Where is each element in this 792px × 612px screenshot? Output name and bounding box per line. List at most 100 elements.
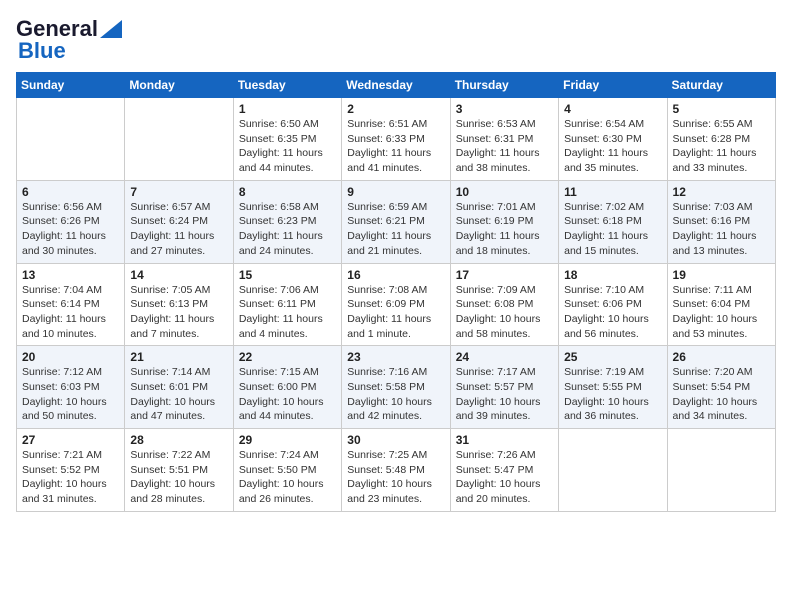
calendar-cell: 31Sunrise: 7:26 AMSunset: 5:47 PMDayligh…	[450, 429, 558, 512]
day-detail: Sunrise: 7:16 AMSunset: 5:58 PMDaylight:…	[347, 365, 444, 424]
calendar-cell: 8Sunrise: 6:58 AMSunset: 6:23 PMDaylight…	[233, 180, 341, 263]
day-number: 13	[22, 268, 119, 282]
day-number: 9	[347, 185, 444, 199]
calendar-cell: 1Sunrise: 6:50 AMSunset: 6:35 PMDaylight…	[233, 98, 341, 181]
calendar-week-row: 6Sunrise: 6:56 AMSunset: 6:26 PMDaylight…	[17, 180, 776, 263]
calendar-cell: 23Sunrise: 7:16 AMSunset: 5:58 PMDayligh…	[342, 346, 450, 429]
calendar-cell: 22Sunrise: 7:15 AMSunset: 6:00 PMDayligh…	[233, 346, 341, 429]
calendar-cell: 27Sunrise: 7:21 AMSunset: 5:52 PMDayligh…	[17, 429, 125, 512]
day-number: 5	[673, 102, 770, 116]
calendar-cell	[17, 98, 125, 181]
day-detail: Sunrise: 6:55 AMSunset: 6:28 PMDaylight:…	[673, 117, 770, 176]
day-number: 7	[130, 185, 227, 199]
calendar-cell	[125, 98, 233, 181]
day-number: 21	[130, 350, 227, 364]
day-detail: Sunrise: 7:24 AMSunset: 5:50 PMDaylight:…	[239, 448, 336, 507]
day-number: 27	[22, 433, 119, 447]
calendar-cell: 6Sunrise: 6:56 AMSunset: 6:26 PMDaylight…	[17, 180, 125, 263]
day-detail: Sunrise: 7:06 AMSunset: 6:11 PMDaylight:…	[239, 283, 336, 342]
calendar-cell: 14Sunrise: 7:05 AMSunset: 6:13 PMDayligh…	[125, 263, 233, 346]
calendar-cell: 15Sunrise: 7:06 AMSunset: 6:11 PMDayligh…	[233, 263, 341, 346]
day-number: 16	[347, 268, 444, 282]
day-number: 6	[22, 185, 119, 199]
day-number: 31	[456, 433, 553, 447]
calendar-cell: 21Sunrise: 7:14 AMSunset: 6:01 PMDayligh…	[125, 346, 233, 429]
calendar-cell: 12Sunrise: 7:03 AMSunset: 6:16 PMDayligh…	[667, 180, 775, 263]
day-number: 2	[347, 102, 444, 116]
day-detail: Sunrise: 7:15 AMSunset: 6:00 PMDaylight:…	[239, 365, 336, 424]
weekday-header: Thursday	[450, 73, 558, 98]
calendar-cell: 11Sunrise: 7:02 AMSunset: 6:18 PMDayligh…	[559, 180, 667, 263]
day-number: 18	[564, 268, 661, 282]
calendar-cell: 28Sunrise: 7:22 AMSunset: 5:51 PMDayligh…	[125, 429, 233, 512]
calendar-table: SundayMondayTuesdayWednesdayThursdayFrid…	[16, 72, 776, 512]
calendar-cell: 2Sunrise: 6:51 AMSunset: 6:33 PMDaylight…	[342, 98, 450, 181]
day-number: 23	[347, 350, 444, 364]
day-number: 4	[564, 102, 661, 116]
calendar-cell: 29Sunrise: 7:24 AMSunset: 5:50 PMDayligh…	[233, 429, 341, 512]
day-detail: Sunrise: 6:54 AMSunset: 6:30 PMDaylight:…	[564, 117, 661, 176]
day-detail: Sunrise: 7:10 AMSunset: 6:06 PMDaylight:…	[564, 283, 661, 342]
day-number: 28	[130, 433, 227, 447]
calendar-cell: 20Sunrise: 7:12 AMSunset: 6:03 PMDayligh…	[17, 346, 125, 429]
day-detail: Sunrise: 7:08 AMSunset: 6:09 PMDaylight:…	[347, 283, 444, 342]
calendar-cell: 7Sunrise: 6:57 AMSunset: 6:24 PMDaylight…	[125, 180, 233, 263]
calendar-week-row: 1Sunrise: 6:50 AMSunset: 6:35 PMDaylight…	[17, 98, 776, 181]
day-number: 24	[456, 350, 553, 364]
day-detail: Sunrise: 7:04 AMSunset: 6:14 PMDaylight:…	[22, 283, 119, 342]
day-number: 19	[673, 268, 770, 282]
day-number: 25	[564, 350, 661, 364]
weekday-header: Monday	[125, 73, 233, 98]
day-number: 10	[456, 185, 553, 199]
day-number: 3	[456, 102, 553, 116]
day-detail: Sunrise: 7:25 AMSunset: 5:48 PMDaylight:…	[347, 448, 444, 507]
day-number: 14	[130, 268, 227, 282]
day-detail: Sunrise: 7:01 AMSunset: 6:19 PMDaylight:…	[456, 200, 553, 259]
calendar-cell: 3Sunrise: 6:53 AMSunset: 6:31 PMDaylight…	[450, 98, 558, 181]
day-number: 1	[239, 102, 336, 116]
calendar-cell: 17Sunrise: 7:09 AMSunset: 6:08 PMDayligh…	[450, 263, 558, 346]
calendar-cell: 24Sunrise: 7:17 AMSunset: 5:57 PMDayligh…	[450, 346, 558, 429]
weekday-header: Sunday	[17, 73, 125, 98]
day-number: 29	[239, 433, 336, 447]
day-detail: Sunrise: 7:05 AMSunset: 6:13 PMDaylight:…	[130, 283, 227, 342]
day-detail: Sunrise: 7:02 AMSunset: 6:18 PMDaylight:…	[564, 200, 661, 259]
weekday-header: Tuesday	[233, 73, 341, 98]
calendar-cell: 18Sunrise: 7:10 AMSunset: 6:06 PMDayligh…	[559, 263, 667, 346]
day-detail: Sunrise: 7:14 AMSunset: 6:01 PMDaylight:…	[130, 365, 227, 424]
day-detail: Sunrise: 7:22 AMSunset: 5:51 PMDaylight:…	[130, 448, 227, 507]
calendar-cell: 5Sunrise: 6:55 AMSunset: 6:28 PMDaylight…	[667, 98, 775, 181]
calendar-cell: 26Sunrise: 7:20 AMSunset: 5:54 PMDayligh…	[667, 346, 775, 429]
calendar-cell	[667, 429, 775, 512]
day-number: 22	[239, 350, 336, 364]
calendar-week-row: 20Sunrise: 7:12 AMSunset: 6:03 PMDayligh…	[17, 346, 776, 429]
calendar-cell: 25Sunrise: 7:19 AMSunset: 5:55 PMDayligh…	[559, 346, 667, 429]
day-detail: Sunrise: 7:26 AMSunset: 5:47 PMDaylight:…	[456, 448, 553, 507]
day-detail: Sunrise: 6:57 AMSunset: 6:24 PMDaylight:…	[130, 200, 227, 259]
day-detail: Sunrise: 6:56 AMSunset: 6:26 PMDaylight:…	[22, 200, 119, 259]
weekday-header: Saturday	[667, 73, 775, 98]
day-number: 30	[347, 433, 444, 447]
day-number: 12	[673, 185, 770, 199]
calendar-cell	[559, 429, 667, 512]
day-detail: Sunrise: 7:21 AMSunset: 5:52 PMDaylight:…	[22, 448, 119, 507]
day-detail: Sunrise: 7:09 AMSunset: 6:08 PMDaylight:…	[456, 283, 553, 342]
day-number: 20	[22, 350, 119, 364]
calendar-week-row: 13Sunrise: 7:04 AMSunset: 6:14 PMDayligh…	[17, 263, 776, 346]
calendar-week-row: 27Sunrise: 7:21 AMSunset: 5:52 PMDayligh…	[17, 429, 776, 512]
logo-blue: Blue	[18, 38, 66, 64]
page-header: General Blue	[16, 16, 776, 64]
day-detail: Sunrise: 6:50 AMSunset: 6:35 PMDaylight:…	[239, 117, 336, 176]
calendar-cell: 4Sunrise: 6:54 AMSunset: 6:30 PMDaylight…	[559, 98, 667, 181]
day-detail: Sunrise: 7:17 AMSunset: 5:57 PMDaylight:…	[456, 365, 553, 424]
day-detail: Sunrise: 7:11 AMSunset: 6:04 PMDaylight:…	[673, 283, 770, 342]
day-number: 26	[673, 350, 770, 364]
weekday-header-row: SundayMondayTuesdayWednesdayThursdayFrid…	[17, 73, 776, 98]
day-number: 8	[239, 185, 336, 199]
day-detail: Sunrise: 7:19 AMSunset: 5:55 PMDaylight:…	[564, 365, 661, 424]
day-detail: Sunrise: 7:20 AMSunset: 5:54 PMDaylight:…	[673, 365, 770, 424]
calendar-cell: 19Sunrise: 7:11 AMSunset: 6:04 PMDayligh…	[667, 263, 775, 346]
day-detail: Sunrise: 6:59 AMSunset: 6:21 PMDaylight:…	[347, 200, 444, 259]
weekday-header: Friday	[559, 73, 667, 98]
logo-wing-icon	[100, 20, 122, 38]
